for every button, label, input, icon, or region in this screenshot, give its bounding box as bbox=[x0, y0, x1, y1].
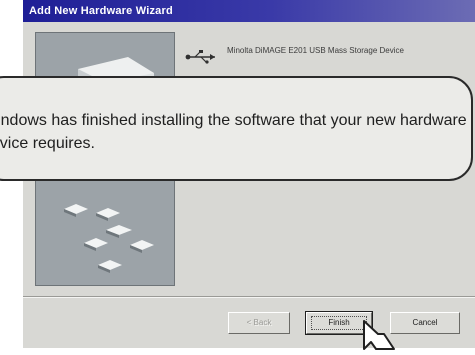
window-title: Add New Hardware Wizard bbox=[23, 0, 475, 22]
cancel-button[interactable]: Cancel bbox=[390, 312, 460, 334]
usb-icon bbox=[185, 50, 219, 69]
device-name: Minolta DiMAGE E201 USB Mass Storage Dev… bbox=[227, 46, 404, 55]
device-info-row: Minolta DiMAGE E201 USB Mass Storage Dev… bbox=[185, 44, 465, 74]
callout-message: Windows has finished installing the soft… bbox=[0, 112, 467, 152]
footer-divider bbox=[23, 296, 475, 298]
focus-ring bbox=[311, 316, 367, 330]
mouse-pointer-icon bbox=[362, 320, 396, 355]
back-button[interactable]: < Back bbox=[228, 312, 290, 334]
completion-callout: Windows has finished installing the soft… bbox=[0, 76, 473, 181]
